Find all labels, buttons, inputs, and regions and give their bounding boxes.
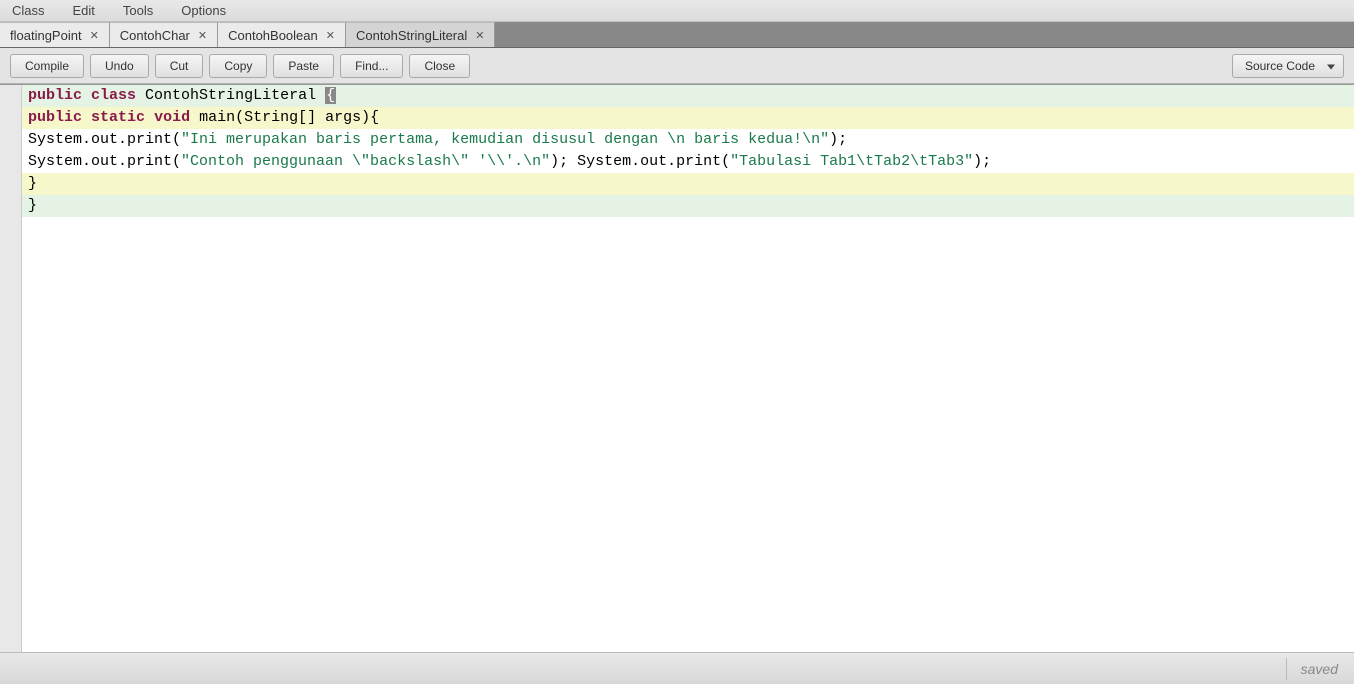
tab-contohstringliteral[interactable]: ContohStringLiteral ✕: [346, 22, 496, 47]
status-saved: saved: [1301, 661, 1338, 677]
code-area[interactable]: public class ContohStringLiteral { publi…: [22, 85, 1354, 652]
close-button[interactable]: Close: [409, 54, 470, 78]
code-line: }: [22, 173, 1354, 195]
close-icon[interactable]: ✕: [196, 29, 209, 42]
code-line: }: [22, 195, 1354, 217]
view-mode-dropdown[interactable]: Source Code: [1232, 54, 1344, 78]
menu-class[interactable]: Class: [12, 3, 45, 18]
toolbar: Compile Undo Cut Copy Paste Find... Clos…: [0, 48, 1354, 84]
close-icon[interactable]: ✕: [324, 29, 337, 42]
tab-label: ContohChar: [120, 28, 190, 43]
gutter: [0, 85, 22, 652]
code-line: System.out.print("Contoh penggunaan \"ba…: [22, 151, 1354, 173]
paste-button[interactable]: Paste: [273, 54, 334, 78]
status-bar: saved: [0, 652, 1354, 684]
menu-edit[interactable]: Edit: [73, 3, 95, 18]
copy-button[interactable]: Copy: [209, 54, 267, 78]
undo-button[interactable]: Undo: [90, 54, 149, 78]
editor[interactable]: public class ContohStringLiteral { publi…: [0, 84, 1354, 652]
cut-button[interactable]: Cut: [155, 54, 204, 78]
text-cursor: {: [325, 87, 336, 104]
close-icon[interactable]: ✕: [473, 29, 486, 42]
menu-tools[interactable]: Tools: [123, 3, 153, 18]
menu-options[interactable]: Options: [181, 3, 226, 18]
menubar: Class Edit Tools Options: [0, 0, 1354, 22]
tab-floatingpoint[interactable]: floatingPoint ✕: [0, 22, 110, 47]
find-button[interactable]: Find...: [340, 54, 403, 78]
tab-contohchar[interactable]: ContohChar ✕: [110, 22, 218, 47]
tab-label: ContohStringLiteral: [356, 28, 467, 43]
divider: [1286, 658, 1287, 680]
tab-bar: floatingPoint ✕ ContohChar ✕ ContohBoole…: [0, 22, 1354, 48]
code-line: System.out.print("Ini merupakan baris pe…: [22, 129, 1354, 151]
close-icon[interactable]: ✕: [88, 29, 101, 42]
tab-label: floatingPoint: [10, 28, 82, 43]
tab-contohboolean[interactable]: ContohBoolean ✕: [218, 22, 346, 47]
tab-label: ContohBoolean: [228, 28, 318, 43]
compile-button[interactable]: Compile: [10, 54, 84, 78]
code-line: public class ContohStringLiteral {: [22, 85, 1354, 107]
code-line: public static void main(String[] args){: [22, 107, 1354, 129]
